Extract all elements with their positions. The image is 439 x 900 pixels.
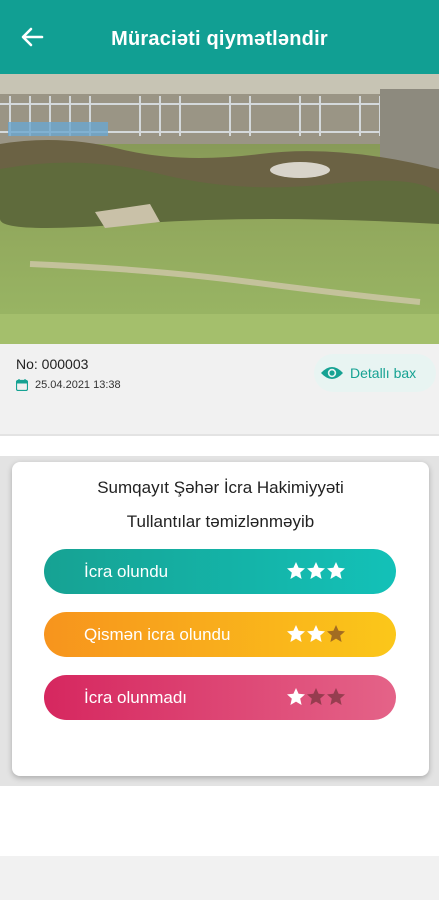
star-rating — [286, 624, 346, 643]
eye-icon — [321, 367, 343, 379]
organization-name: Sumqayıt Şəhər İcra Hakimiyyəti — [97, 478, 344, 497]
rating-option-label: İcra olundu — [84, 561, 169, 581]
complaint-info: No: 000003 25.04.2021 13:38 Detallı bax — [0, 344, 439, 436]
rating-option-partial[interactable]: Qismən icra olundu — [44, 612, 396, 657]
rating-option-label: Qismən icra olundu — [84, 624, 231, 644]
calendar-icon — [16, 379, 28, 391]
star-filled-icon — [287, 625, 305, 642]
star-empty-icon — [307, 688, 325, 705]
star-filled-icon — [287, 688, 305, 705]
bottom-bar — [0, 856, 439, 900]
star-empty-icon — [327, 688, 345, 705]
divider — [0, 434, 439, 436]
star-filled-icon — [287, 562, 305, 579]
star-rating — [286, 687, 346, 706]
star-filled-icon — [307, 625, 325, 642]
star-empty-icon — [327, 625, 345, 642]
rating-option-not-executed[interactable]: İcra olunmadı — [44, 675, 396, 720]
page-title: Müraciəti qiymətləndir — [111, 28, 328, 50]
app-bar: Müraciəti qiymətləndir — [0, 0, 439, 74]
complaint-photo — [0, 74, 439, 344]
view-details-button[interactable]: Detallı bax — [314, 354, 436, 392]
complaint-number: No: 000003 — [16, 356, 89, 372]
rating-option-label: İcra olunmadı — [84, 687, 187, 707]
complaint-date: 25.04.2021 13:38 — [35, 379, 121, 391]
star-filled-icon — [307, 562, 325, 579]
star-rating — [286, 561, 346, 580]
rating-option-executed[interactable]: İcra olundu — [44, 549, 396, 594]
date-row: 25.04.2021 13:38 — [16, 379, 121, 391]
view-details-label: Detallı bax — [350, 365, 417, 381]
rating-card: Sumqayıt Şəhər İcra Hakimiyyəti Tullantı… — [12, 462, 429, 776]
star-filled-icon — [327, 562, 345, 579]
complaint-subject: Tullantılar təmizlənməyib — [126, 512, 315, 531]
